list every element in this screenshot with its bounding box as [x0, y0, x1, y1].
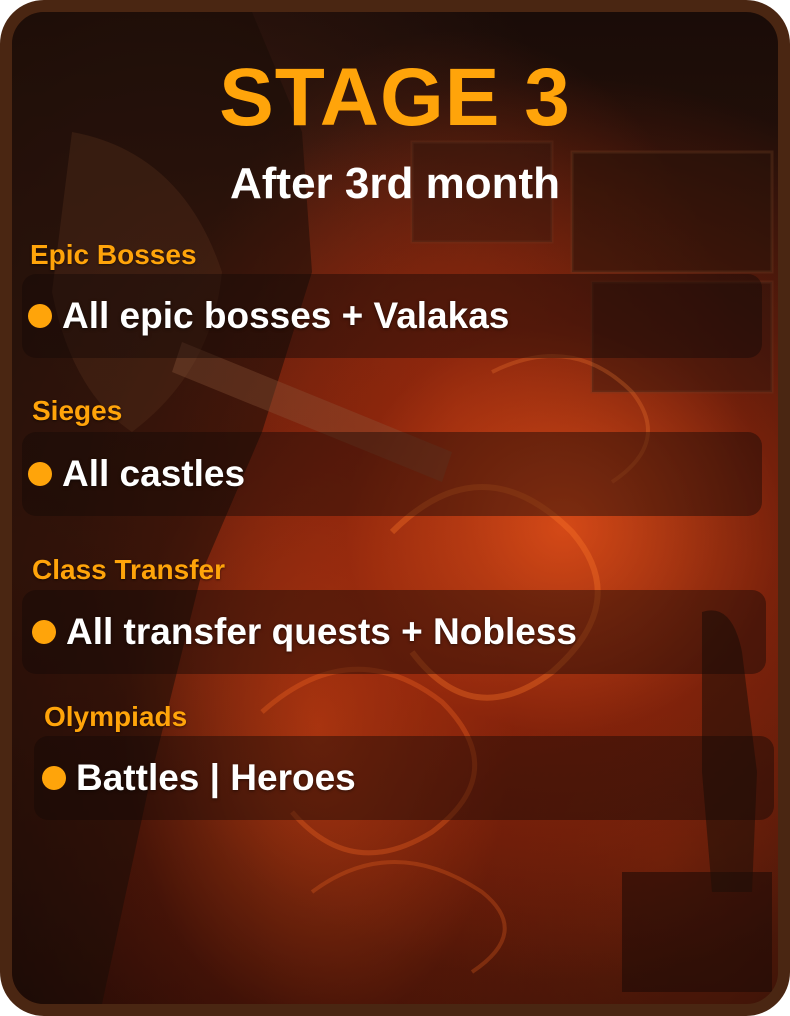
- section-item-olympiads: Battles | Heroes: [76, 757, 356, 798]
- stage-title: STAGE 3: [219, 52, 571, 143]
- section-label-olympiads: Olympiads: [44, 701, 188, 732]
- stage-subtitle: After 3rd month: [230, 159, 560, 208]
- section-row-epic-bosses: All epic bosses + Valakas: [22, 274, 762, 358]
- section-item-epic-bosses: All epic bosses + Valakas: [62, 295, 510, 336]
- section-row-sieges: All castles: [22, 432, 762, 516]
- section-label-class-transfer: Class Transfer: [32, 554, 225, 585]
- section-label-sieges: Sieges: [32, 395, 123, 426]
- bullet-icon: [28, 304, 52, 328]
- section-label-epic-bosses: Epic Bosses: [30, 239, 197, 270]
- bullet-icon: [32, 620, 56, 644]
- stage-card: STAGE 3 After 3rd month Epic Bosses All …: [0, 0, 790, 1016]
- section-item-class-transfer: All transfer quests + Nobless: [66, 611, 577, 652]
- section-row-olympiads: Battles | Heroes: [34, 736, 774, 820]
- bullet-icon: [28, 462, 52, 486]
- bullet-icon: [42, 766, 66, 790]
- section-row-class-transfer: All transfer quests + Nobless: [22, 590, 766, 674]
- section-item-sieges: All castles: [62, 453, 246, 494]
